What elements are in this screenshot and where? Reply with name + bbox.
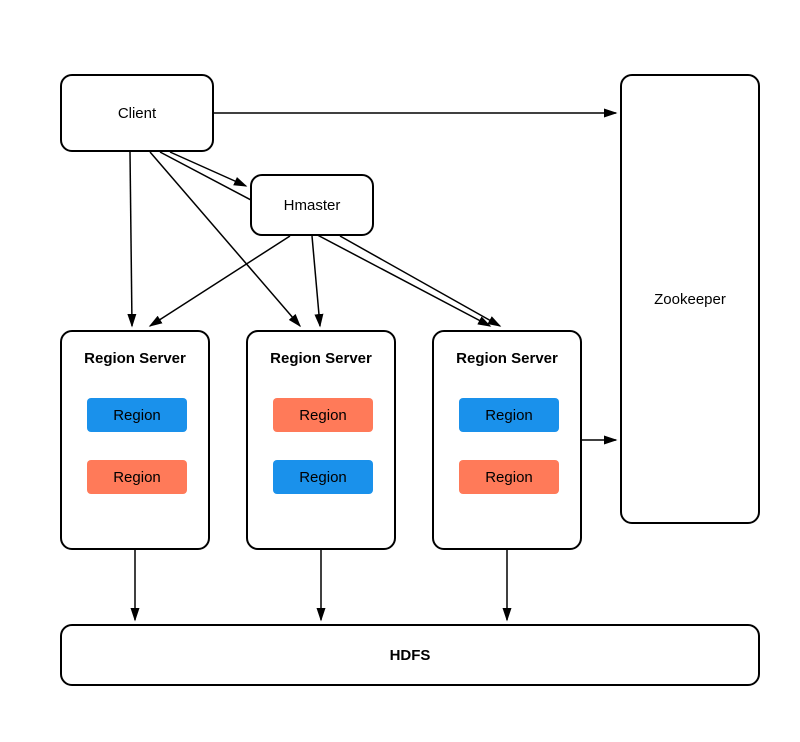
region-server-3: Region Server Region Region	[432, 330, 582, 550]
region-label: Region	[113, 407, 161, 424]
client-label: Client	[118, 105, 156, 122]
region-label: Region	[299, 407, 347, 424]
region-server-2-title: Region Server	[270, 350, 372, 367]
region-server-1-region-2: Region	[87, 460, 187, 494]
region-server-1-title: Region Server	[84, 350, 186, 367]
region-label: Region	[485, 407, 533, 424]
hmaster-label: Hmaster	[284, 197, 341, 214]
hdfs-node: HDFS	[60, 624, 760, 686]
region-server-1-region-1: Region	[87, 398, 187, 432]
region-server-3-title: Region Server	[456, 350, 558, 367]
region-server-1: Region Server Region Region	[60, 330, 210, 550]
region-server-3-region-2: Region	[459, 460, 559, 494]
region-server-2-region-2: Region	[273, 460, 373, 494]
client-node: Client	[60, 74, 214, 152]
region-label: Region	[113, 469, 161, 486]
hdfs-label: HDFS	[390, 647, 431, 664]
region-label: Region	[485, 469, 533, 486]
region-server-3-region-1: Region	[459, 398, 559, 432]
region-server-2: Region Server Region Region	[246, 330, 396, 550]
hmaster-node: Hmaster	[250, 174, 374, 236]
zookeeper-label: Zookeeper	[654, 291, 726, 308]
zookeeper-node: Zookeeper	[620, 74, 760, 524]
region-label: Region	[299, 469, 347, 486]
region-server-2-region-1: Region	[273, 398, 373, 432]
